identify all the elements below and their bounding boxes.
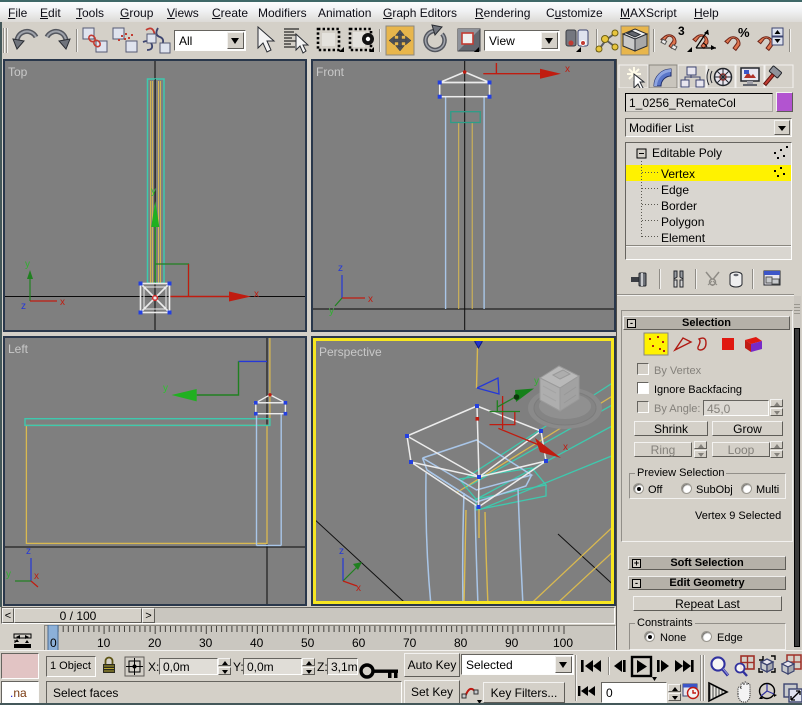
svg-text:y: y [163,383,168,394]
svg-text:x: x [34,571,39,582]
svg-text:z: z [21,301,26,312]
svg-text:y: y [534,376,539,387]
svg-text:z: z [338,263,343,274]
svg-text:x: x [565,64,570,75]
svg-text:y: y [25,259,30,270]
svg-text:y: y [329,306,334,317]
svg-text:x: x [563,442,568,453]
svg-text:y: y [151,186,156,197]
svg-text:z: z [26,546,31,557]
svg-text:x: x [368,294,373,305]
svg-text:x: x [356,583,361,594]
svg-text:y: y [6,569,11,580]
svg-text:z: z [339,546,344,557]
svg-text:x: x [60,297,65,308]
svg-text:x: x [254,289,259,300]
